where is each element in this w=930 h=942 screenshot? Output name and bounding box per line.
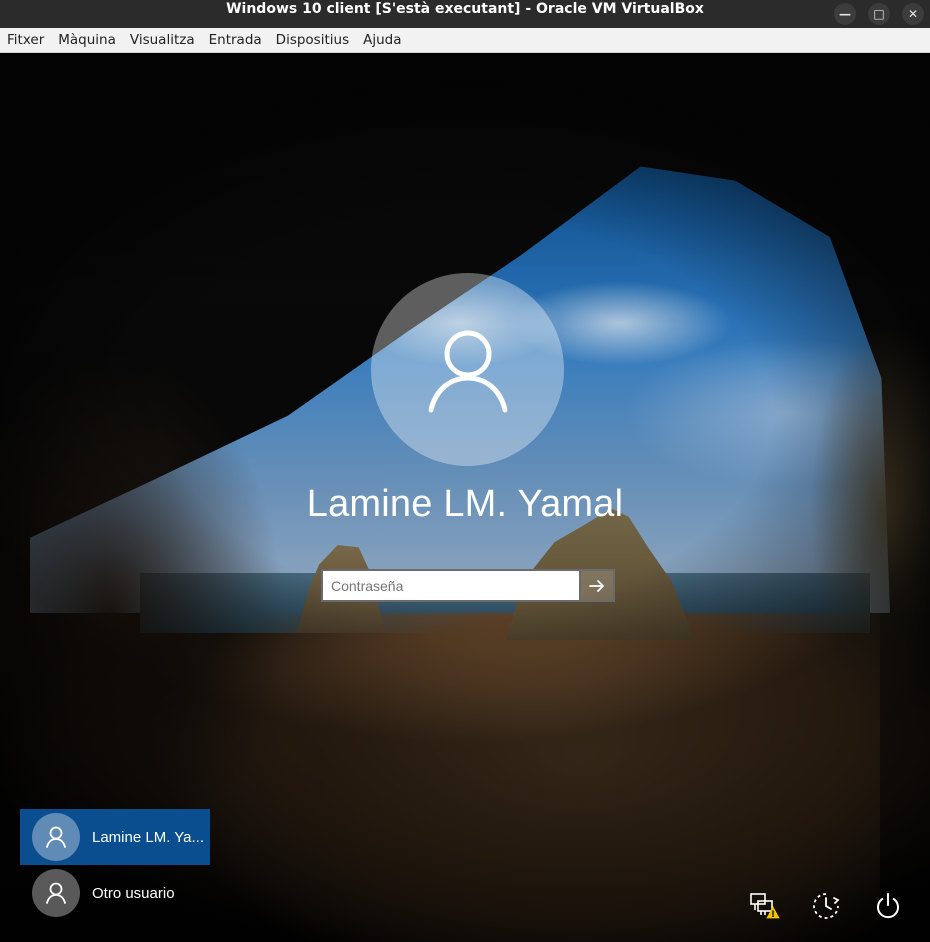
window-controls: — □ ✕ xyxy=(834,0,924,28)
menu-entrada[interactable]: Entrada xyxy=(202,28,269,52)
menu-ajuda[interactable]: Ajuda xyxy=(356,28,408,52)
vm-screen[interactable]: Lamine LM. Yamal Lamine LM. Ya... Otro u… xyxy=(0,53,930,942)
user-icon xyxy=(428,330,507,412)
system-actions xyxy=(748,890,904,922)
minimize-icon: — xyxy=(839,7,851,21)
power-button[interactable] xyxy=(872,890,904,922)
user-avatar-small xyxy=(32,813,80,861)
login-username: Lamine LM. Yamal xyxy=(306,483,624,525)
menu-fitxer[interactable]: Fitxer xyxy=(0,28,51,52)
password-row xyxy=(321,569,615,602)
user-item-other[interactable]: Otro usuario xyxy=(20,865,210,921)
close-button[interactable]: ✕ xyxy=(902,3,924,25)
password-input[interactable] xyxy=(321,569,581,602)
submit-password-button[interactable] xyxy=(581,569,615,602)
menubar: Fitxer Màquina Visualitza Entrada Dispos… xyxy=(0,28,930,53)
menu-visualitza[interactable]: Visualitza xyxy=(123,28,202,52)
user-icon xyxy=(46,882,66,904)
titlebar: Windows 10 client [S'està executant] - O… xyxy=(0,0,930,28)
arrow-right-icon xyxy=(589,579,604,592)
close-icon: ✕ xyxy=(907,7,919,21)
menu-dispositius[interactable]: Dispositius xyxy=(269,28,356,52)
user-item-current[interactable]: Lamine LM. Ya... xyxy=(20,809,210,865)
minimize-button[interactable]: — xyxy=(834,3,856,25)
network-button[interactable] xyxy=(748,890,780,922)
user-switcher: Lamine LM. Ya... Otro usuario xyxy=(20,809,210,921)
menu-maquina[interactable]: Màquina xyxy=(51,28,123,52)
maximize-icon: □ xyxy=(873,7,885,21)
maximize-button[interactable]: □ xyxy=(868,3,890,25)
user-item-label: Otro usuario xyxy=(92,884,175,902)
user-avatar-large xyxy=(371,273,564,466)
ease-of-access-icon xyxy=(813,893,840,919)
ease-of-access-button[interactable] xyxy=(810,890,842,922)
user-item-label: Lamine LM. Ya... xyxy=(92,828,205,846)
user-avatar-small xyxy=(32,869,80,917)
virtualbox-window: Windows 10 client [S'està executant] - O… xyxy=(0,0,930,942)
power-icon xyxy=(877,893,899,919)
network-warning-icon xyxy=(750,893,780,919)
user-icon xyxy=(46,826,66,848)
window-title: Windows 10 client [S'està executant] - O… xyxy=(226,1,704,17)
